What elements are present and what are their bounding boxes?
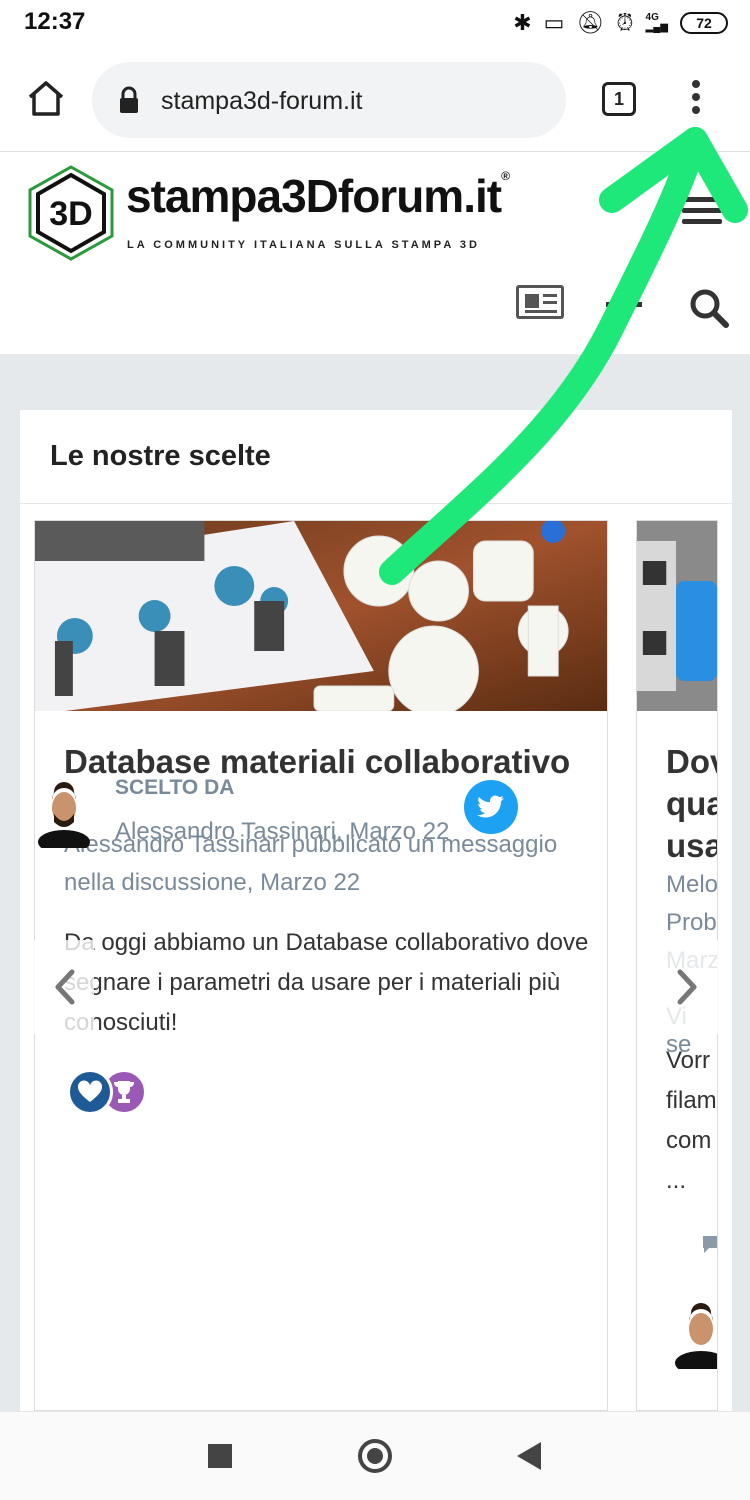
tabs-button[interactable]: 1	[602, 82, 636, 116]
svg-text:3D: 3D	[49, 195, 92, 233]
alarm-icon: ⏰︎	[616, 10, 634, 35]
more-vert-icon[interactable]	[684, 80, 708, 120]
system-nav-bar	[0, 1411, 750, 1500]
brand-name: stampa3Dforum.it®	[126, 169, 510, 222]
home-button[interactable]	[358, 1439, 392, 1473]
comment-icon	[703, 1236, 717, 1253]
chosen-by: Alessandro Tassinari, Marzo 22	[115, 818, 450, 845]
mute-icon: 🔕︎	[576, 10, 605, 35]
card-title[interactable]: Dov qua usa	[666, 741, 717, 867]
carousel-prev-button[interactable]	[34, 940, 94, 1034]
avatar[interactable]	[673, 1299, 718, 1369]
address-bar[interactable]: stampa3d-forum.it	[92, 62, 566, 138]
news-icon[interactable]	[516, 285, 564, 319]
carousel-next-button[interactable]	[656, 940, 718, 1034]
featured-card[interactable]: Database materiali collaborativo Alessan…	[34, 520, 608, 1411]
search-icon[interactable]	[688, 287, 730, 329]
recents-button[interactable]	[208, 1444, 232, 1468]
network-indicator: 4G ▂▄▆	[645, 12, 668, 33]
status-icons: ✱ ▭ 🔕︎ ⏰︎ 4G ▂▄▆ 72	[513, 7, 728, 39]
plus-icon[interactable]	[606, 293, 642, 315]
browser-toolbar: stampa3d-forum.it 1	[0, 46, 750, 152]
hamburger-icon[interactable]	[682, 197, 722, 224]
divider	[20, 503, 732, 504]
logo-hexagon-icon: 3D	[28, 165, 114, 261]
lock-icon	[120, 86, 138, 113]
card-image[interactable]	[637, 521, 717, 711]
battery-indicator: 72	[680, 12, 728, 34]
tagline: LA COMMUNITY ITALIANA SULLA STAMPA 3D	[127, 239, 480, 251]
site-logo[interactable]: 3D stampa3Dforum.it® LA COMMUNITY ITALIA…	[26, 161, 510, 261]
card-excerpt: Vorr filam com ...	[666, 1047, 717, 1194]
site-header: 3D stampa3Dforum.it® LA COMMUNITY ITALIA…	[0, 153, 750, 354]
vibrate-icon: ▭	[543, 10, 565, 35]
heart-icon	[67, 1069, 113, 1115]
reactions[interactable]	[67, 1069, 157, 1117]
twitter-icon	[477, 795, 504, 818]
chosen-label: SCELTO DA	[115, 776, 235, 799]
avatar[interactable]	[36, 778, 92, 848]
card-excerpt: Da oggi abbiamo un Database collaborativ…	[64, 929, 589, 1036]
clock: 12:37	[24, 8, 86, 35]
url-text: stampa3d-forum.it	[161, 87, 363, 115]
twitter-share-button[interactable]	[464, 780, 518, 834]
header-actions	[0, 283, 750, 333]
status-bar: 12:37 ✱ ▭ 🔕︎ ⏰︎ 4G ▂▄▆ 72	[0, 0, 750, 46]
back-button[interactable]	[517, 1442, 541, 1470]
bluetooth-icon: ✱	[513, 10, 532, 35]
chevron-left-icon	[55, 969, 75, 1005]
section-title: Le nostre scelte	[50, 440, 271, 472]
home-icon[interactable]	[24, 76, 68, 120]
card-image[interactable]	[35, 521, 607, 711]
chevron-right-icon	[677, 969, 697, 1005]
